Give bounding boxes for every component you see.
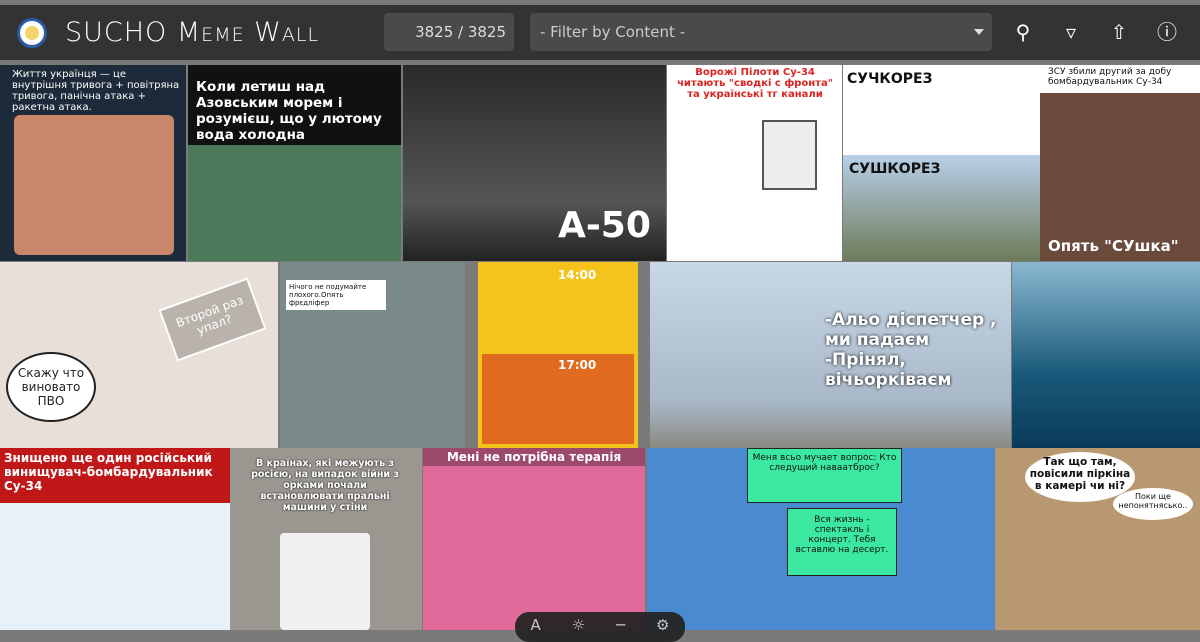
meme-tile[interactable]	[1012, 262, 1200, 448]
text-icon[interactable]: A	[530, 616, 540, 642]
app-header: SUCHO Meme Wall 3825 / 3825 - Filter by …	[0, 5, 1200, 60]
content-filter-select[interactable]: - Filter by Content -	[530, 13, 992, 51]
meme-tile[interactable]: Ворожі Пілоти Су-34 читають "сводкі с фр…	[667, 65, 842, 261]
floating-toolbar: A ☼ ─ ⚙	[515, 612, 685, 642]
filter-placeholder: - Filter by Content -	[540, 23, 686, 41]
meme-tile[interactable]: Життя українця — це внутрішня тривога + …	[0, 65, 186, 261]
upload-icon[interactable]: ⇧	[1106, 19, 1132, 45]
meme-tile[interactable]: Знищено ще один російський винищувач-бом…	[0, 448, 230, 630]
meme-tile[interactable]: СУЧКОРЕЗ СУШКОРЕЗ	[843, 65, 1040, 261]
meme-tile[interactable]: В країнах, які межують з росією, на випа…	[230, 448, 422, 630]
brightness-icon[interactable]: ☼	[572, 616, 585, 642]
info-icon[interactable]: ⓘ	[1154, 19, 1180, 45]
sucho-logo	[17, 17, 47, 48]
meme-tile[interactable]: Скажу что виновато ПВО Второй раз упал?	[0, 262, 278, 448]
meme-count: 3825 / 3825	[384, 13, 514, 51]
meme-tile[interactable]: -Альо діспетчер , ми падаєм -Прінял, віч…	[650, 262, 1011, 448]
meme-tile[interactable]: Меня всьо мучает вопрос: Кто следущий на…	[647, 448, 995, 630]
app-title: SUCHO Meme Wall	[65, 17, 320, 48]
meme-tile[interactable]: Мені не потрібна терапія	[423, 448, 645, 630]
meme-tile[interactable]: ЗСУ збили другий за добу бомбардувальник…	[1040, 65, 1200, 261]
search-icon[interactable]: ⚲	[1010, 19, 1036, 45]
meme-tile[interactable]: 14:00 17:00	[478, 262, 638, 448]
chevron-down-icon	[974, 29, 984, 35]
meme-tile[interactable]: Коли летиш над Азовським морем і розуміє…	[188, 65, 401, 261]
meme-tile[interactable]: Так що там, повісили піркіна в камері чи…	[995, 448, 1200, 630]
filter-icon[interactable]: ▿	[1058, 19, 1084, 45]
meme-tile[interactable]: Нічого не подумайте плохого.Опять фрєдлі…	[280, 262, 465, 448]
slider-icon[interactable]: ─	[616, 616, 625, 642]
settings-icon[interactable]: ⚙	[656, 616, 669, 642]
meme-tile[interactable]: А-50	[403, 65, 666, 261]
